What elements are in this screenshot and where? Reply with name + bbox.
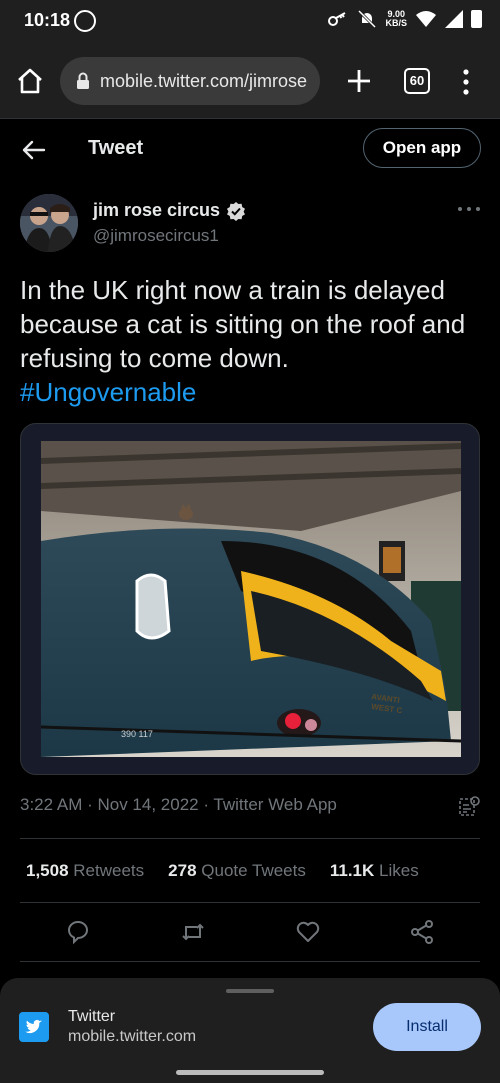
hashtag-link[interactable]: #Ungovernable <box>20 377 196 407</box>
train-photo: AVANTI WEST C 390 117 <box>41 441 461 757</box>
author-name[interactable]: jim rose circus <box>93 200 246 221</box>
url-bar[interactable]: mobile.twitter.com/jimrose <box>60 57 320 105</box>
tweet-header: Tweet Open app <box>0 118 500 180</box>
train-number: 390 117 <box>121 729 153 739</box>
network-speed-unit: KB/S <box>385 18 407 28</box>
banner-app-url: mobile.twitter.com <box>68 1028 197 1045</box>
status-bar: 10:18 9.00 KB/S <box>0 0 500 44</box>
retweet-icon[interactable] <box>180 919 206 945</box>
retweets-stat[interactable]: 1,508 Retweets <box>26 861 144 881</box>
tweet-image[interactable]: AVANTI WEST C 390 117 <box>20 423 480 775</box>
verified-badge-icon <box>227 201 246 221</box>
battery-icon <box>471 10 482 28</box>
likes-stat[interactable]: 11.1K Likes <box>330 861 419 881</box>
browser-toolbar: mobile.twitter.com/jimrose 60 <box>0 44 500 118</box>
likes-label: Likes <box>379 861 419 880</box>
author-name-text: jim rose circus <box>93 200 221 220</box>
back-arrow-icon[interactable] <box>20 137 46 163</box>
banner-app-name: Twitter <box>68 1008 116 1025</box>
reply-icon[interactable] <box>65 919 91 945</box>
analytics-icon[interactable] <box>457 795 481 819</box>
retweets-count: 1,508 <box>26 861 69 880</box>
url-text: mobile.twitter.com/jimrose <box>100 70 308 91</box>
tweet-body: In the UK right now a train is delayed b… <box>20 275 466 373</box>
gesture-bar <box>176 1070 324 1075</box>
more-options-icon[interactable] <box>456 201 482 217</box>
status-icons: 9.00 KB/S <box>327 9 482 29</box>
wifi-icon <box>416 11 436 27</box>
twitter-logo-icon <box>19 1012 49 1042</box>
bell-muted-icon <box>358 9 377 29</box>
like-icon[interactable] <box>295 919 321 945</box>
quote-tweets-label: Quote Tweets <box>201 861 306 880</box>
drag-handle[interactable] <box>226 989 274 993</box>
new-tab-icon[interactable] <box>344 66 374 96</box>
retweets-label: Retweets <box>73 861 145 880</box>
quote-tweets-count: 278 <box>168 861 197 880</box>
tweet-timestamp[interactable]: 3:22 AM · Nov 14, 2022 · Twitter Web App <box>20 795 337 815</box>
home-icon[interactable] <box>14 65 46 97</box>
divider <box>20 961 480 962</box>
install-app-banner: Twitter mobile.twitter.com Install <box>0 978 500 1083</box>
avatar-image <box>20 194 78 252</box>
open-app-button[interactable]: Open app <box>363 128 481 168</box>
tweet-actions <box>0 915 500 949</box>
tweet-text: In the UK right now a train is delayed b… <box>20 273 482 409</box>
signal-icon <box>445 10 463 28</box>
author-handle[interactable]: @jimrosecircus1 <box>93 226 219 246</box>
share-icon[interactable] <box>409 919 435 945</box>
tab-switcher-button[interactable]: 60 <box>404 68 430 94</box>
tweet-stats: 1,508 Retweets 278 Quote Tweets 11.1K Li… <box>26 861 419 881</box>
likes-count: 11.1K <box>329 861 375 880</box>
install-button[interactable]: Install <box>373 1003 481 1051</box>
key-icon <box>328 12 346 26</box>
whatsapp-icon <box>74 10 96 32</box>
network-speed: 9.00 KB/S <box>385 10 407 28</box>
divider <box>20 838 480 839</box>
overflow-menu-icon[interactable] <box>454 68 478 96</box>
divider <box>20 902 480 903</box>
lock-icon <box>77 72 89 89</box>
avatar[interactable] <box>20 194 78 252</box>
status-time: 10:18 <box>24 10 71 30</box>
page-title: Tweet <box>88 137 144 159</box>
quote-tweets-stat[interactable]: 278 Quote Tweets <box>168 861 306 881</box>
